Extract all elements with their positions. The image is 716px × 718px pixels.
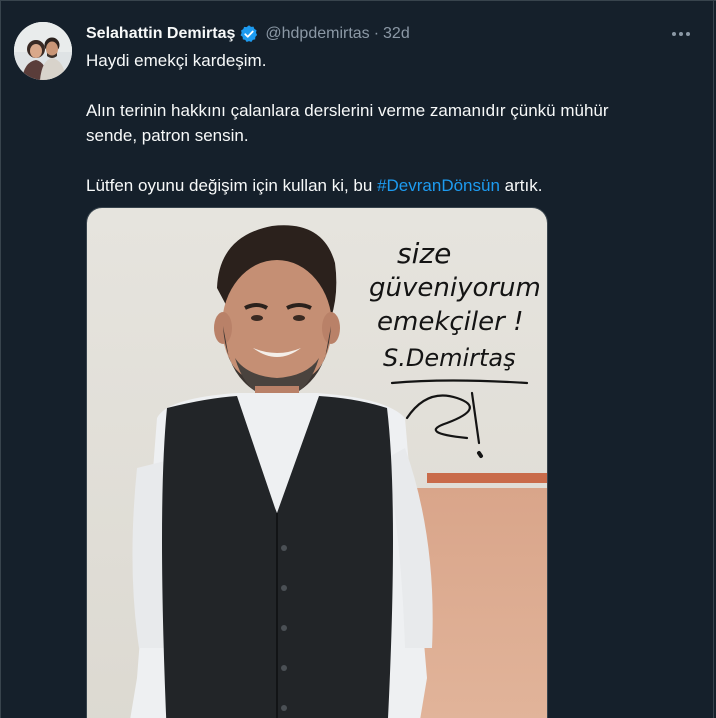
tweet-text-segment: artık.: [499, 176, 543, 195]
handwritten-note: size: [397, 237, 451, 270]
tweet-text-segment: Lütfen oyunu değişim için kullan ki, bu: [86, 176, 378, 195]
tweet-header: Selahattin Demirtaş @hdpdemirtas · 32d: [86, 22, 410, 46]
tweet-text-line: Lütfen oyunu değişim için kullan ki, bu …: [86, 173, 686, 198]
tweet-timestamp[interactable]: 32d: [383, 25, 410, 43]
handwritten-note: S.Demirtaş: [383, 344, 516, 372]
author-handle[interactable]: @hdpdemirtas: [265, 25, 369, 43]
tweet-media-photo[interactable]: size güveniyorum emekçiler ! S.Demirtaş: [86, 207, 548, 718]
tweet-text-line: Alın terinin hakkını çalanlara derslerin…: [86, 101, 609, 120]
hashtag-link[interactable]: #DevranDönsün: [377, 176, 500, 195]
tweet-text: Haydi emekçi kardeşim. Alın terinin hakk…: [86, 48, 686, 198]
avatar[interactable]: [14, 22, 72, 80]
photo-image: size güveniyorum emekçiler ! S.Demirtaş: [87, 208, 547, 718]
more-options-icon[interactable]: [668, 22, 694, 46]
author-name[interactable]: Selahattin Demirtaş: [86, 25, 235, 43]
divider: [0, 0, 716, 1]
verified-badge-icon: [239, 24, 259, 44]
separator-dot: ·: [373, 25, 380, 42]
tweet-text-line: Haydi emekçi kardeşim.: [86, 51, 267, 70]
tweet-text-line: sende, patron sensin.: [86, 126, 249, 145]
handwritten-note: emekçiler !: [377, 307, 524, 337]
handwritten-note: güveniyorum: [369, 273, 541, 303]
avatar-image: [14, 22, 72, 80]
